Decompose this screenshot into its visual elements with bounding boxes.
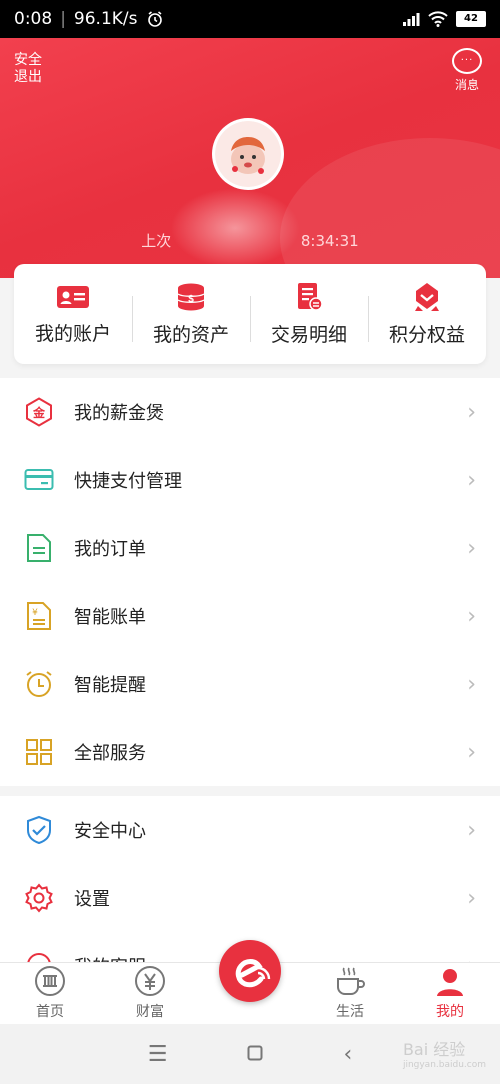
watermark: Bai 经验 jingyan.baidu.com [403, 1036, 486, 1070]
menu-item-smart-bill[interactable]: ¥ 智能账单 › [0, 582, 500, 650]
chevron-right-icon: › [467, 535, 476, 561]
gold-icon-text: 金 [32, 405, 46, 420]
quick-menu-label: 我的账户 [34, 322, 111, 345]
badge-icon [415, 282, 439, 311]
login-time-prefix: 上次 [141, 232, 172, 250]
alarm-clock-icon [24, 669, 54, 699]
login-time-value: 8:34:31 [300, 232, 359, 250]
menu-item-label: 全部服务 [74, 743, 146, 764]
gold-hexagon-icon: 金 [24, 397, 54, 427]
chat-bubble-icon: ··· [452, 48, 482, 74]
svg-text:$: $ [188, 294, 194, 305]
bill-icon: ¥ [24, 601, 54, 631]
chevron-right-icon: › [467, 954, 476, 963]
chevron-right-icon: › [467, 671, 476, 697]
menu-item-label: 智能账单 [74, 607, 146, 628]
grid-icon [24, 737, 54, 767]
chevron-right-icon: › [467, 399, 476, 425]
battery-icon: 42 [456, 11, 486, 27]
quick-menu-label: 积分权益 [388, 323, 465, 346]
receipt-icon [298, 282, 323, 311]
tab-label: 财富 [136, 1004, 164, 1020]
yen-icon [135, 966, 165, 996]
shield-check-icon [24, 815, 54, 845]
gear-icon [24, 883, 54, 913]
bank-icon [35, 966, 65, 996]
menu-item-orders[interactable]: 我的订单 › [0, 514, 500, 582]
chevron-right-icon: › [467, 739, 476, 765]
messages-button[interactable]: ··· 消息 [452, 48, 482, 93]
quick-menu-card: 我的账户 $ 我的资产 交易明细 积分权益 [14, 264, 486, 364]
status-separator: | [60, 9, 66, 29]
menu-item-all-services[interactable]: 全部服务 › [0, 718, 500, 786]
menu-item-smart-reminder[interactable]: 智能提醒 › [0, 650, 500, 718]
home-nav-icon[interactable] [247, 1042, 263, 1067]
tab-label: 我的 [436, 1004, 464, 1020]
tab-label: 生活 [336, 1004, 364, 1020]
header-decoration [280, 138, 500, 278]
document-icon [24, 533, 54, 563]
quick-menu-transactions[interactable]: 交易明细 [250, 282, 368, 347]
menu-item-label: 设置 [74, 889, 110, 910]
back-nav-icon[interactable]: ‹ [343, 1042, 352, 1067]
menu-item-salary[interactable]: 金 我的薪金煲 › [0, 378, 500, 446]
tab-wealth[interactable]: 财富 [100, 963, 200, 1025]
center-action-button[interactable] [219, 940, 281, 1002]
coins-icon: $ [177, 283, 205, 310]
status-time: 0:08 [14, 9, 53, 29]
menu-item-security-center[interactable]: 安全中心 › [0, 796, 500, 864]
menu-group-services: 金 我的薪金煲 › 快捷支付管理 › 我的订单 › ¥ 智能账单 › 智能提醒 … [0, 378, 500, 786]
menu-item-label: 我的客服 [74, 953, 146, 962]
wifi-icon [428, 11, 448, 27]
card-icon [24, 465, 54, 495]
signal-icon [403, 13, 420, 26]
menu-item-quick-pay[interactable]: 快捷支付管理 › [0, 446, 500, 514]
quick-menu-label: 我的资产 [152, 323, 229, 346]
quick-menu-my-assets[interactable]: $ 我的资产 [132, 282, 250, 347]
status-speed: 96.1K/s [73, 9, 138, 29]
menu-item-label: 快捷支付管理 [74, 471, 182, 492]
masked-username [170, 188, 300, 268]
watermark-text: Bai 经验 [402, 1040, 466, 1059]
watermark-url: jingyan.baidu.com [402, 1060, 486, 1070]
menu-item-settings[interactable]: 设置 › [0, 864, 500, 932]
chevron-right-icon: › [467, 885, 476, 911]
id-card-icon [57, 285, 89, 308]
quick-menu-label: 交易明细 [270, 323, 347, 346]
menu-item-label: 我的订单 [74, 539, 146, 560]
quick-menu-points[interactable]: 积分权益 [368, 282, 486, 347]
profile-header: 安全退出 ··· 消息 上次 8:34:31 [0, 38, 500, 278]
chevron-right-icon: › [467, 467, 476, 493]
tab-mine[interactable]: 我的 [400, 963, 500, 1025]
e-pay-logo-icon [235, 959, 271, 988]
quick-menu-my-account[interactable]: 我的账户 [14, 283, 132, 346]
menu-item-label: 我的薪金煲 [74, 403, 164, 424]
headset-icon [24, 951, 54, 962]
menu-item-label: 安全中心 [74, 821, 146, 842]
messages-label: 消息 [454, 78, 479, 92]
menu-nav-icon[interactable]: ☰ [148, 1042, 168, 1067]
last-login-time: 上次 8:34:31 [0, 230, 500, 251]
svg-text:¥: ¥ [32, 608, 38, 618]
person-icon [437, 969, 463, 996]
menu-group-settings: 安全中心 › 设置 › 我的客服 › [0, 796, 500, 962]
tab-home[interactable]: 首页 [0, 963, 100, 1025]
chevron-right-icon: › [467, 603, 476, 629]
tab-label: 首页 [36, 1004, 64, 1020]
coffee-icon [337, 967, 365, 995]
menu-item-label: 智能提醒 [74, 675, 146, 696]
avatar-image [215, 121, 281, 187]
chevron-right-icon: › [467, 817, 476, 843]
tab-life[interactable]: 生活 [300, 963, 400, 1025]
logout-button[interactable]: 安全退出 [14, 52, 46, 86]
alarm-status-icon [147, 11, 162, 27]
avatar[interactable] [212, 118, 284, 190]
status-bar: 0:08 | 96.1K/s 42 [0, 0, 500, 38]
